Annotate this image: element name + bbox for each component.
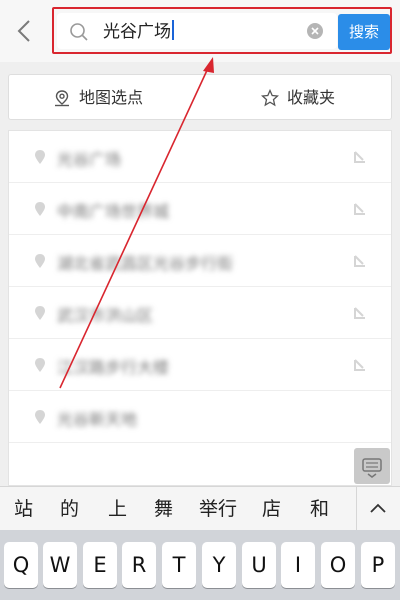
tab-map-pick-label: 地图选点 bbox=[79, 88, 144, 107]
list-item[interactable]: 中南广场世界城 bbox=[9, 183, 391, 235]
top-bar: 光谷广场 搜索 bbox=[0, 0, 400, 62]
location-icon bbox=[35, 306, 45, 320]
list-item-text: 武汉市洪山区 bbox=[57, 306, 154, 325]
candidate-item[interactable]: 上 bbox=[108, 487, 127, 531]
keyboard-toggle-button[interactable] bbox=[354, 448, 390, 484]
location-icon bbox=[35, 202, 45, 216]
list-item-text: 光谷广场 bbox=[57, 150, 122, 169]
clear-icon[interactable] bbox=[307, 23, 323, 39]
candidate-item[interactable]: 舞 bbox=[154, 487, 173, 531]
location-icon bbox=[35, 150, 45, 164]
list-item[interactable]: 光谷新天地 bbox=[9, 391, 391, 443]
suggestion-list: 光谷广场 中南广场世界城 湖北省武昌区光谷步行街 武汉市洪山区 江汉路步行大楼 … bbox=[8, 130, 392, 486]
key-e[interactable]: E bbox=[83, 542, 117, 588]
key-i[interactable]: I bbox=[281, 542, 315, 588]
expand-candidates-button[interactable] bbox=[356, 487, 400, 531]
list-item-text: 光谷新天地 bbox=[57, 410, 138, 429]
list-item[interactable]: 江汉路步行大楼 bbox=[9, 339, 391, 391]
list-item[interactable]: 光谷广场 bbox=[9, 131, 391, 183]
candidate-item[interactable]: 的 bbox=[60, 487, 79, 531]
star-icon bbox=[261, 89, 279, 107]
tab-favorites[interactable]: 收藏夹 bbox=[261, 75, 335, 121]
location-icon bbox=[35, 410, 45, 424]
key-y[interactable]: Y bbox=[202, 542, 236, 588]
key-u[interactable]: U bbox=[242, 542, 276, 588]
key-p[interactable]: P bbox=[361, 542, 395, 588]
fill-arrow-icon[interactable] bbox=[353, 254, 367, 268]
fill-arrow-icon[interactable] bbox=[353, 306, 367, 320]
pick-tabs: 地图选点 收藏夹 bbox=[8, 74, 392, 120]
key-o[interactable]: O bbox=[321, 542, 355, 588]
list-item-text: 湖北省武昌区光谷步行街 bbox=[57, 254, 234, 273]
list-item[interactable]: 湖北省武昌区光谷步行街 bbox=[9, 235, 391, 287]
keyboard: Q W E R T Y U I O P bbox=[0, 530, 400, 600]
search-icon bbox=[70, 23, 88, 41]
text-caret bbox=[172, 20, 174, 40]
key-t[interactable]: T bbox=[162, 542, 196, 588]
search-highlight-box: 光谷广场 搜索 bbox=[52, 7, 392, 54]
ime-candidate-bar: 站 的 上 舞 举行 店 和 bbox=[0, 486, 400, 531]
candidate-item[interactable]: 举行 bbox=[199, 487, 237, 531]
search-query: 光谷广场 bbox=[103, 20, 174, 43]
candidate-item[interactable]: 站 bbox=[14, 487, 33, 531]
keyboard-icon bbox=[362, 458, 382, 478]
chevron-left-icon bbox=[17, 20, 30, 42]
tab-map-pick[interactable]: 地图选点 bbox=[53, 75, 143, 121]
search-input[interactable]: 光谷广场 bbox=[57, 13, 337, 49]
search-button[interactable]: 搜索 bbox=[338, 14, 390, 50]
key-r[interactable]: R bbox=[122, 542, 156, 588]
key-w[interactable]: W bbox=[43, 542, 77, 588]
candidate-item[interactable]: 店 bbox=[262, 487, 281, 531]
map-pin-icon bbox=[55, 90, 69, 107]
location-icon bbox=[35, 358, 45, 372]
key-q[interactable]: Q bbox=[4, 542, 38, 588]
location-icon bbox=[35, 254, 45, 268]
search-query-text: 光谷广场 bbox=[103, 22, 171, 42]
screen: 光谷广场 搜索 地图选点 收藏夹 光谷广场 中南广场世界城 湖北省武昌区光谷步行… bbox=[0, 0, 400, 600]
fill-arrow-icon[interactable] bbox=[353, 202, 367, 216]
chevron-up-icon bbox=[370, 503, 386, 513]
list-item-text: 江汉路步行大楼 bbox=[57, 358, 170, 377]
fill-arrow-icon[interactable] bbox=[353, 358, 367, 372]
list-item-text: 中南广场世界城 bbox=[57, 202, 170, 221]
back-button[interactable] bbox=[12, 16, 38, 46]
fill-arrow-icon[interactable] bbox=[353, 150, 367, 164]
tab-favorites-label: 收藏夹 bbox=[287, 88, 336, 107]
candidate-item[interactable]: 和 bbox=[310, 487, 329, 531]
list-item[interactable]: 武汉市洪山区 bbox=[9, 287, 391, 339]
